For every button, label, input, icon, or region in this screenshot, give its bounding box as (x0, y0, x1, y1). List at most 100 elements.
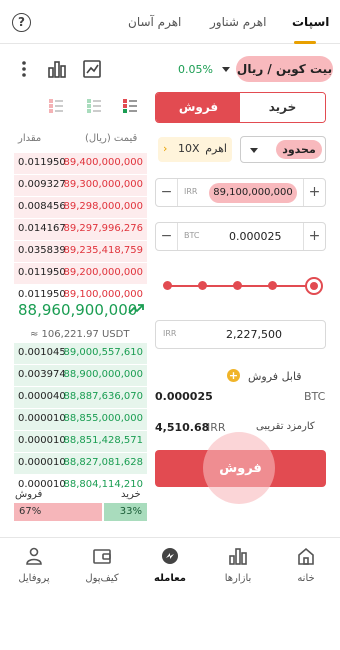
nav-markets[interactable]: بازارها (208, 546, 268, 584)
depth-chart-icon[interactable] (47, 59, 67, 79)
sell-ratio-label: فروش (15, 489, 43, 500)
market-selector[interactable]: بیت کوین / ریال (236, 56, 333, 82)
total-input[interactable]: IRR 2,227,500 (155, 320, 326, 349)
orderbook-sell-view-icon[interactable] (48, 98, 64, 117)
orderbook-buy-view-icon[interactable] (86, 98, 102, 117)
price-column-header: قیمت (ریال) (85, 133, 138, 144)
price-chart-icon[interactable] (82, 59, 102, 79)
last-price: 88,960,900,000 (18, 301, 138, 319)
amount-input[interactable]: − BTC 0.000025 + (155, 222, 326, 251)
bid-price: 88,900,000,000 (63, 369, 143, 380)
bid-amount: 0.000010 (18, 413, 66, 424)
leverage-selector[interactable]: ‹ 10X اهرم (158, 137, 232, 162)
nav-wallet[interactable]: کیف‌پول (72, 546, 132, 584)
price-unit: IRR (184, 187, 198, 196)
bid-amount: 0.000010 (18, 457, 66, 468)
leverage-label: اهرم (205, 142, 227, 155)
amount-value: 0.000025 (229, 230, 282, 243)
slider-step[interactable] (198, 281, 207, 290)
price-change: 0.05% (178, 63, 213, 76)
slider-step[interactable] (268, 281, 277, 290)
amount-increment-button[interactable]: + (303, 223, 325, 250)
tab-floating-leverage[interactable]: اهرم شناور (210, 15, 266, 29)
market-dropdown-icon[interactable] (222, 67, 230, 72)
nav-markets-label: بازارها (224, 573, 252, 584)
available-unit: BTC (304, 390, 326, 403)
price-decrement-button[interactable]: − (156, 179, 178, 206)
ask-amount: 0.011950 (18, 157, 66, 168)
chevron-left-icon: ‹ (163, 142, 168, 155)
price-input[interactable]: − IRR 89,100,000,000 + (155, 178, 326, 207)
add-funds-icon[interactable]: + (227, 369, 240, 382)
amount-decrement-button[interactable]: − (156, 223, 178, 250)
ask-row[interactable]: 0.008456 89,298,000,000 (14, 197, 147, 218)
ask-amount: 0.014167 (18, 223, 66, 234)
profile-icon (26, 547, 42, 565)
ask-amount: 0.008456 (18, 201, 66, 212)
bid-amount: 0.000010 (18, 435, 66, 446)
ask-row[interactable]: 0.009327 89,300,000,000 (14, 175, 147, 196)
price-value: 89,100,000,000 (209, 183, 297, 203)
bid-row[interactable]: 0.000010 88,851,428,571 (14, 431, 147, 452)
bid-row[interactable]: 0.000010 88,855,000,000 (14, 409, 147, 430)
help-icon[interactable]: ? (12, 13, 31, 32)
nav-home-label: خانه (297, 573, 315, 584)
orderbook-both-view-icon[interactable] (122, 98, 138, 117)
sell-submit-label[interactable]: فروش (155, 450, 326, 487)
ask-price: 89,400,000,000 (63, 157, 143, 168)
nav-trade[interactable]: معامله (140, 546, 200, 584)
ask-price: 89,297,996,276 (63, 223, 143, 234)
ask-amount: 0.011950 (18, 267, 66, 278)
ask-row[interactable]: 0.011950 89,200,000,000 (14, 263, 147, 284)
bid-price: 89,000,557,610 (63, 347, 143, 358)
amount-unit: BTC (184, 231, 200, 240)
ask-row[interactable]: 0.014167 89,297,996,276 (14, 219, 147, 240)
slider-handle[interactable] (305, 277, 323, 295)
bid-row[interactable]: 0.000040 88,887,636,070 (14, 387, 147, 408)
bid-row[interactable]: 0.001045 89,000,557,610 (14, 343, 147, 364)
usdt-equivalent: ≈ 106,221.97 USDT (30, 329, 130, 340)
active-tab-indicator (294, 41, 316, 44)
bid-amount: 0.003974 (18, 369, 66, 380)
available-value: 0.000025 (155, 390, 213, 403)
bid-row[interactable]: 0.000010 88,827,081,628 (14, 453, 147, 474)
buy-ratio-label: خرید (121, 489, 141, 500)
ask-amount: 0.011950 (18, 289, 66, 300)
price-increment-button[interactable]: + (303, 179, 325, 206)
fee-unit: IRR (207, 421, 226, 434)
total-unit: IRR (163, 329, 177, 338)
sell-tab[interactable]: فروش (156, 93, 241, 122)
bid-price: 88,851,428,571 (63, 435, 143, 446)
ask-row[interactable]: 0.035839 89,235,418,759 (14, 241, 147, 262)
sell-ratio-bar: 67% (14, 503, 102, 521)
bid-amount: 0.000040 (18, 391, 66, 402)
trend-up-icon (128, 303, 144, 318)
amount-column-header: مقدار (18, 133, 42, 144)
ask-price: 89,300,000,000 (63, 179, 143, 190)
ask-row[interactable]: 0.011950 89,400,000,000 (14, 153, 147, 174)
more-options-icon[interactable] (14, 59, 34, 79)
slider-step[interactable] (163, 281, 172, 290)
leverage-value: 10X (178, 142, 200, 155)
bid-row[interactable]: 0.003974 88,900,000,000 (14, 365, 147, 386)
ask-price: 89,298,000,000 (63, 201, 143, 212)
nav-trade-label: معامله (154, 573, 186, 584)
order-type-value: محدود (276, 140, 322, 159)
buy-tab[interactable]: خرید (240, 93, 325, 122)
bottom-nav: پروفایل کیف‌پول معامله بازارها خانه (0, 537, 340, 594)
tab-easy-leverage[interactable]: اهرم آسان (128, 15, 181, 29)
nav-wallet-label: کیف‌پول (85, 573, 119, 584)
order-type-selector[interactable]: محدود (240, 136, 326, 163)
fee-label: کارمزد تقریبی (256, 421, 315, 432)
ask-amount: 0.035839 (18, 245, 66, 256)
bid-price: 88,887,636,070 (63, 391, 143, 402)
nav-profile[interactable]: پروفایل (4, 546, 64, 584)
chevron-down-icon (250, 148, 258, 153)
bid-price: 88,855,000,000 (63, 413, 143, 424)
slider-step[interactable] (233, 281, 242, 290)
nav-home[interactable]: خانه (276, 546, 336, 584)
ask-price: 89,200,000,000 (63, 267, 143, 278)
bid-amount: 0.001045 (18, 347, 66, 358)
tab-spot[interactable]: اسپات (292, 15, 329, 29)
ask-price: 89,235,418,759 (63, 245, 143, 256)
